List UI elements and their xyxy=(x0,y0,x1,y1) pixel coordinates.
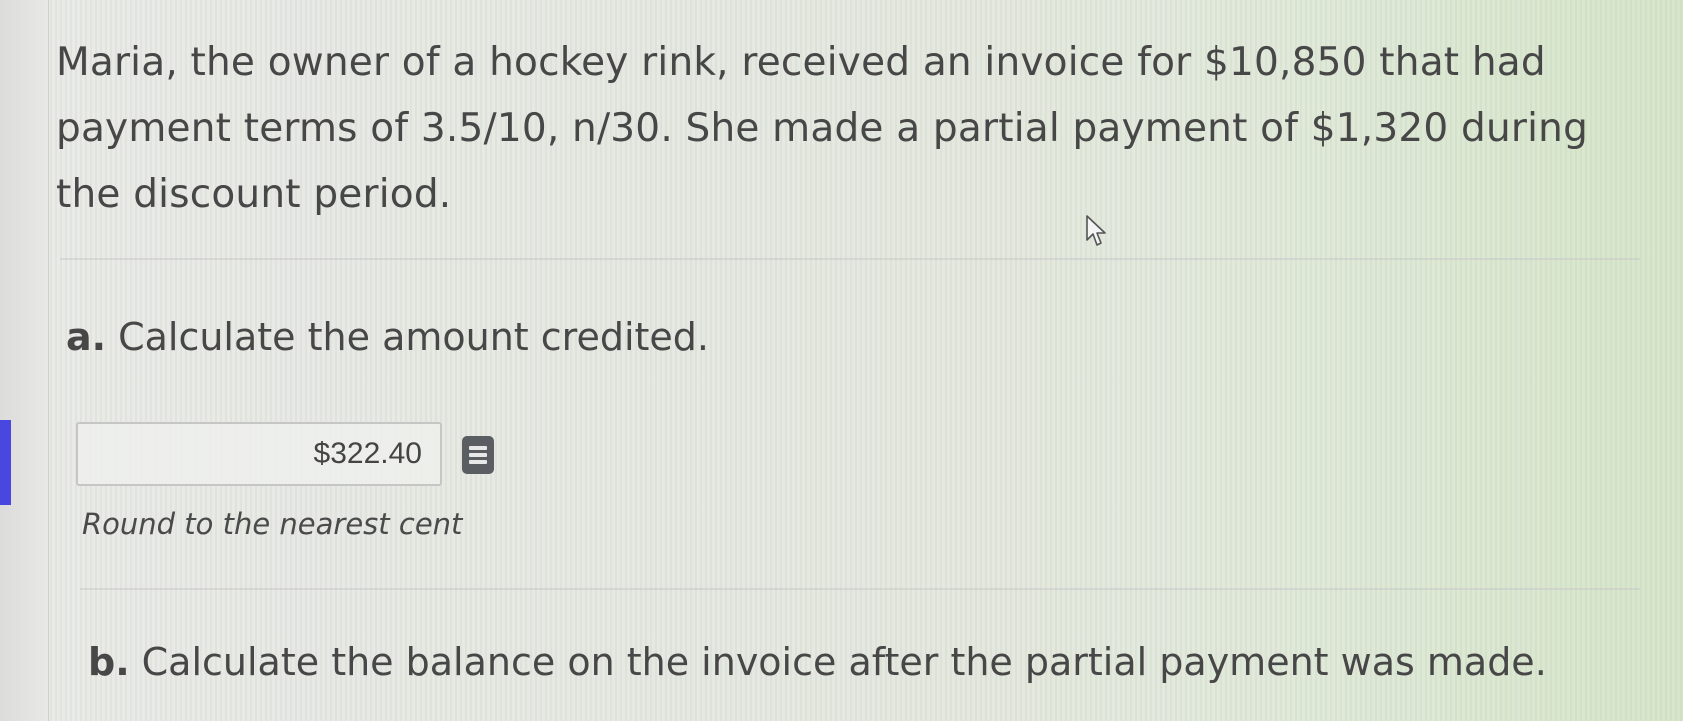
left-rail xyxy=(0,0,49,721)
part-a-text: Calculate the amount credited. xyxy=(118,315,709,359)
part-a-letter: a. xyxy=(66,315,107,359)
question-text: Maria, the owner of a hockey rink, recei… xyxy=(56,40,1589,217)
part-b-text: Calculate the balance on the invoice aft… xyxy=(141,640,1547,684)
section-divider xyxy=(80,588,1640,590)
calculator-icon[interactable] xyxy=(462,436,494,474)
part-b-letter: b. xyxy=(88,640,130,684)
part-a-prompt: a. Calculate the amount credited. xyxy=(66,315,709,359)
mouse-pointer-icon xyxy=(1086,215,1106,246)
part-b-prompt: b. Calculate the balance on the invoice a… xyxy=(88,640,1547,684)
rounding-hint: Round to the nearest cent xyxy=(82,507,463,541)
active-item-indicator xyxy=(0,420,11,505)
part-a-answer-input[interactable] xyxy=(76,422,442,486)
section-divider xyxy=(60,258,1640,260)
